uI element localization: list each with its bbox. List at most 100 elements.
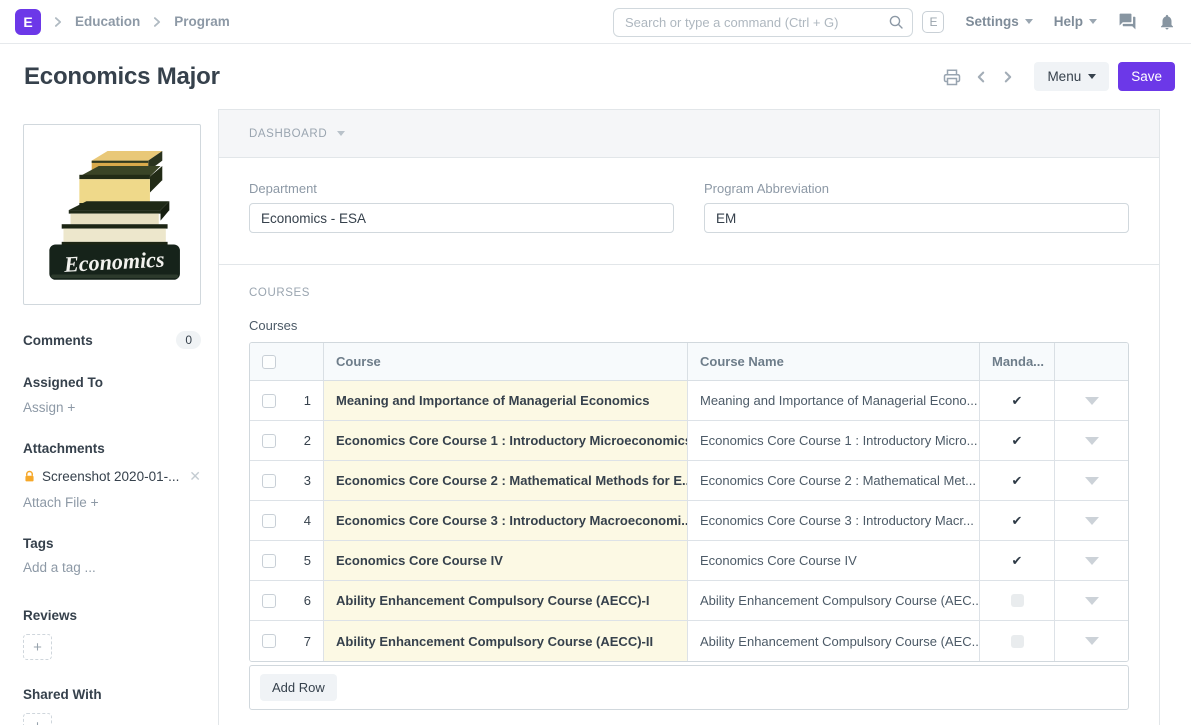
share-button[interactable]: + <box>23 713 52 725</box>
column-header-course: Course <box>324 343 688 380</box>
row-expand-caret-icon[interactable] <box>1085 397 1099 405</box>
assigned-to-heading: Assigned To <box>23 375 201 390</box>
row-checkbox[interactable] <box>262 634 276 648</box>
menu-button[interactable]: Menu <box>1034 62 1109 91</box>
plus-icon: + <box>91 494 99 510</box>
print-icon[interactable] <box>941 66 963 88</box>
row-index: 7 <box>304 634 311 649</box>
details-section: Department Program Abbreviation <box>219 158 1159 265</box>
courses-field-label: Courses <box>249 318 1129 333</box>
assign-label: Assign <box>23 400 64 415</box>
attach-file-button[interactable]: Attach File + <box>23 494 201 510</box>
chevron-down-icon <box>1088 74 1096 79</box>
program-image[interactable]: Economics <box>23 124 201 305</box>
attach-file-label: Attach File <box>23 495 87 510</box>
row-expand-caret-icon[interactable] <box>1085 637 1099 645</box>
attachments-heading: Attachments <box>23 441 201 456</box>
courses-table: Course Course Name Manda... 1 Meaning an… <box>249 342 1129 662</box>
row-checkbox[interactable] <box>262 554 276 568</box>
dashboard-section-label: DASHBOARD <box>249 128 327 140</box>
course-name-cell[interactable]: Economics Core Course 3 : Introductory M… <box>688 501 980 540</box>
course-cell[interactable]: Meaning and Importance of Managerial Eco… <box>324 381 688 420</box>
reviews-heading: Reviews <box>23 608 201 623</box>
course-name-cell[interactable]: Economics Core Course 2 : Mathematical M… <box>688 461 980 500</box>
form-body: DASHBOARD Department Program Abbreviatio… <box>218 109 1160 725</box>
chevron-down-icon <box>337 131 345 136</box>
row-expand-caret-icon[interactable] <box>1085 437 1099 445</box>
user-avatar[interactable]: E <box>922 11 944 33</box>
row-checkbox[interactable] <box>262 594 276 608</box>
table-row[interactable]: 6 Ability Enhancement Compulsory Course … <box>250 581 1128 621</box>
save-button[interactable]: Save <box>1118 62 1175 91</box>
chevron-right-icon <box>150 15 164 29</box>
course-name-cell[interactable]: Ability Enhancement Compulsory Course (A… <box>688 581 980 620</box>
settings-menu[interactable]: Settings <box>965 14 1032 29</box>
plus-icon: + <box>67 399 75 415</box>
course-cell[interactable]: Economics Core Course 3 : Introductory M… <box>324 501 688 540</box>
add-row-button[interactable]: Add Row <box>260 674 337 701</box>
mandatory-cell[interactable]: ✔ <box>980 501 1055 540</box>
column-header-course-name: Course Name <box>688 343 980 380</box>
dashboard-section-toggle[interactable]: DASHBOARD <box>219 110 1159 158</box>
help-menu[interactable]: Help <box>1054 14 1097 29</box>
row-index: 5 <box>304 553 311 568</box>
table-row[interactable]: 3 Economics Core Course 2 : Mathematical… <box>250 461 1128 501</box>
lock-icon <box>23 470 36 483</box>
add-review-button[interactable]: + <box>23 634 52 660</box>
course-cell[interactable]: Economics Core Course IV <box>324 541 688 580</box>
attachment-file-name: Screenshot 2020-01-... <box>42 469 179 484</box>
row-expand-caret-icon[interactable] <box>1085 597 1099 605</box>
row-checkbox[interactable] <box>262 514 276 528</box>
tags-heading: Tags <box>23 536 201 551</box>
department-input[interactable] <box>249 203 674 233</box>
course-name-cell[interactable]: Meaning and Importance of Managerial Eco… <box>688 381 980 420</box>
courses-table-header: Course Course Name Manda... <box>250 343 1128 381</box>
mandatory-cell[interactable] <box>980 621 1055 661</box>
app-logo[interactable]: E <box>15 9 41 35</box>
help-label: Help <box>1054 14 1083 29</box>
prev-arrow-icon[interactable] <box>972 68 990 86</box>
chevron-down-icon <box>1089 19 1097 24</box>
search-input[interactable] <box>613 8 913 37</box>
table-row[interactable]: 1 Meaning and Importance of Managerial E… <box>250 381 1128 421</box>
remove-attachment-icon[interactable]: ✕ <box>189 468 201 485</box>
department-field: Department <box>249 181 674 233</box>
chat-icon[interactable] <box>1118 12 1137 31</box>
add-tag-input[interactable]: Add a tag ... <box>23 560 201 575</box>
breadcrumb-program[interactable]: Program <box>174 14 230 29</box>
assign-button[interactable]: Assign + <box>23 399 201 415</box>
breadcrumb-education[interactable]: Education <box>75 14 140 29</box>
next-arrow-icon[interactable] <box>999 68 1017 86</box>
attachment-item[interactable]: Screenshot 2020-01-... ✕ <box>23 468 201 485</box>
course-cell[interactable]: Ability Enhancement Compulsory Course (A… <box>324 581 688 620</box>
row-checkbox[interactable] <box>262 394 276 408</box>
mandatory-check-icon: ✔ <box>1012 473 1023 489</box>
row-checkbox[interactable] <box>262 434 276 448</box>
svg-text:Economics: Economics <box>62 247 165 277</box>
row-expand-caret-icon[interactable] <box>1085 557 1099 565</box>
mandatory-cell[interactable]: ✔ <box>980 541 1055 580</box>
course-cell[interactable]: Ability Enhancement Compulsory Course (A… <box>324 621 688 661</box>
notifications-bell-icon[interactable] <box>1158 13 1176 31</box>
select-all-checkbox[interactable] <box>262 355 276 369</box>
mandatory-cell[interactable]: ✔ <box>980 421 1055 460</box>
table-row[interactable]: 4 Economics Core Course 3 : Introductory… <box>250 501 1128 541</box>
table-row[interactable]: 2 Economics Core Course 1 : Introductory… <box>250 421 1128 461</box>
comments-link[interactable]: Comments <box>23 333 93 348</box>
course-cell[interactable]: Economics Core Course 1 : Introductory M… <box>324 421 688 460</box>
table-row[interactable]: 7 Ability Enhancement Compulsory Course … <box>250 621 1128 661</box>
course-name-cell[interactable]: Economics Core Course IV <box>688 541 980 580</box>
row-checkbox[interactable] <box>262 474 276 488</box>
row-expand-caret-icon[interactable] <box>1085 477 1099 485</box>
course-cell[interactable]: Economics Core Course 2 : Mathematical M… <box>324 461 688 500</box>
row-index: 4 <box>304 513 311 528</box>
row-expand-caret-icon[interactable] <box>1085 517 1099 525</box>
table-row[interactable]: 5 Economics Core Course IV Economics Cor… <box>250 541 1128 581</box>
program-abbreviation-input[interactable] <box>704 203 1129 233</box>
column-header-mandatory: Manda... <box>980 343 1055 380</box>
mandatory-cell[interactable]: ✔ <box>980 461 1055 500</box>
course-name-cell[interactable]: Ability Enhancement Compulsory Course (A… <box>688 621 980 661</box>
mandatory-cell[interactable] <box>980 581 1055 620</box>
course-name-cell[interactable]: Economics Core Course 1 : Introductory M… <box>688 421 980 460</box>
mandatory-cell[interactable]: ✔ <box>980 381 1055 420</box>
